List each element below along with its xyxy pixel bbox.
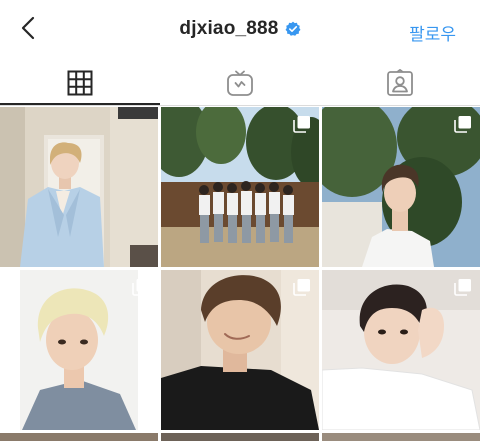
profile-tabs [0,60,480,105]
post-thumbnail[interactable] [0,107,158,267]
tagged-person-icon [387,68,413,96]
post-thumbnail[interactable] [322,107,480,267]
follow-button[interactable]: 팔로우 [409,20,456,45]
profile-username: djxiao_888 [179,18,279,39]
post-photo [0,107,158,267]
post-thumbnail[interactable] [0,270,158,430]
profile-header: djxiao_888 팔로우 [0,0,480,60]
tab-tagged[interactable] [320,60,480,105]
multiple-photos-icon [293,279,310,296]
tab-posts-grid[interactable] [0,60,160,105]
post-thumbnail[interactable] [161,270,319,430]
post-thumbnail[interactable] [161,433,319,441]
posts-grid [0,107,480,441]
multiple-photos-icon [293,116,310,133]
grid-icon [67,70,93,95]
post-thumbnail[interactable] [322,270,480,430]
post-thumbnail[interactable] [322,433,480,441]
multiple-photos-icon [132,279,149,296]
multiple-photos-icon [454,279,471,296]
verified-badge-icon [285,21,301,36]
tab-igtv[interactable] [160,60,320,105]
tabs-divider [0,105,480,106]
igtv-icon [227,70,253,96]
post-thumbnail[interactable] [161,107,319,267]
multiple-photos-icon [454,116,471,133]
post-thumbnail[interactable] [0,433,158,441]
